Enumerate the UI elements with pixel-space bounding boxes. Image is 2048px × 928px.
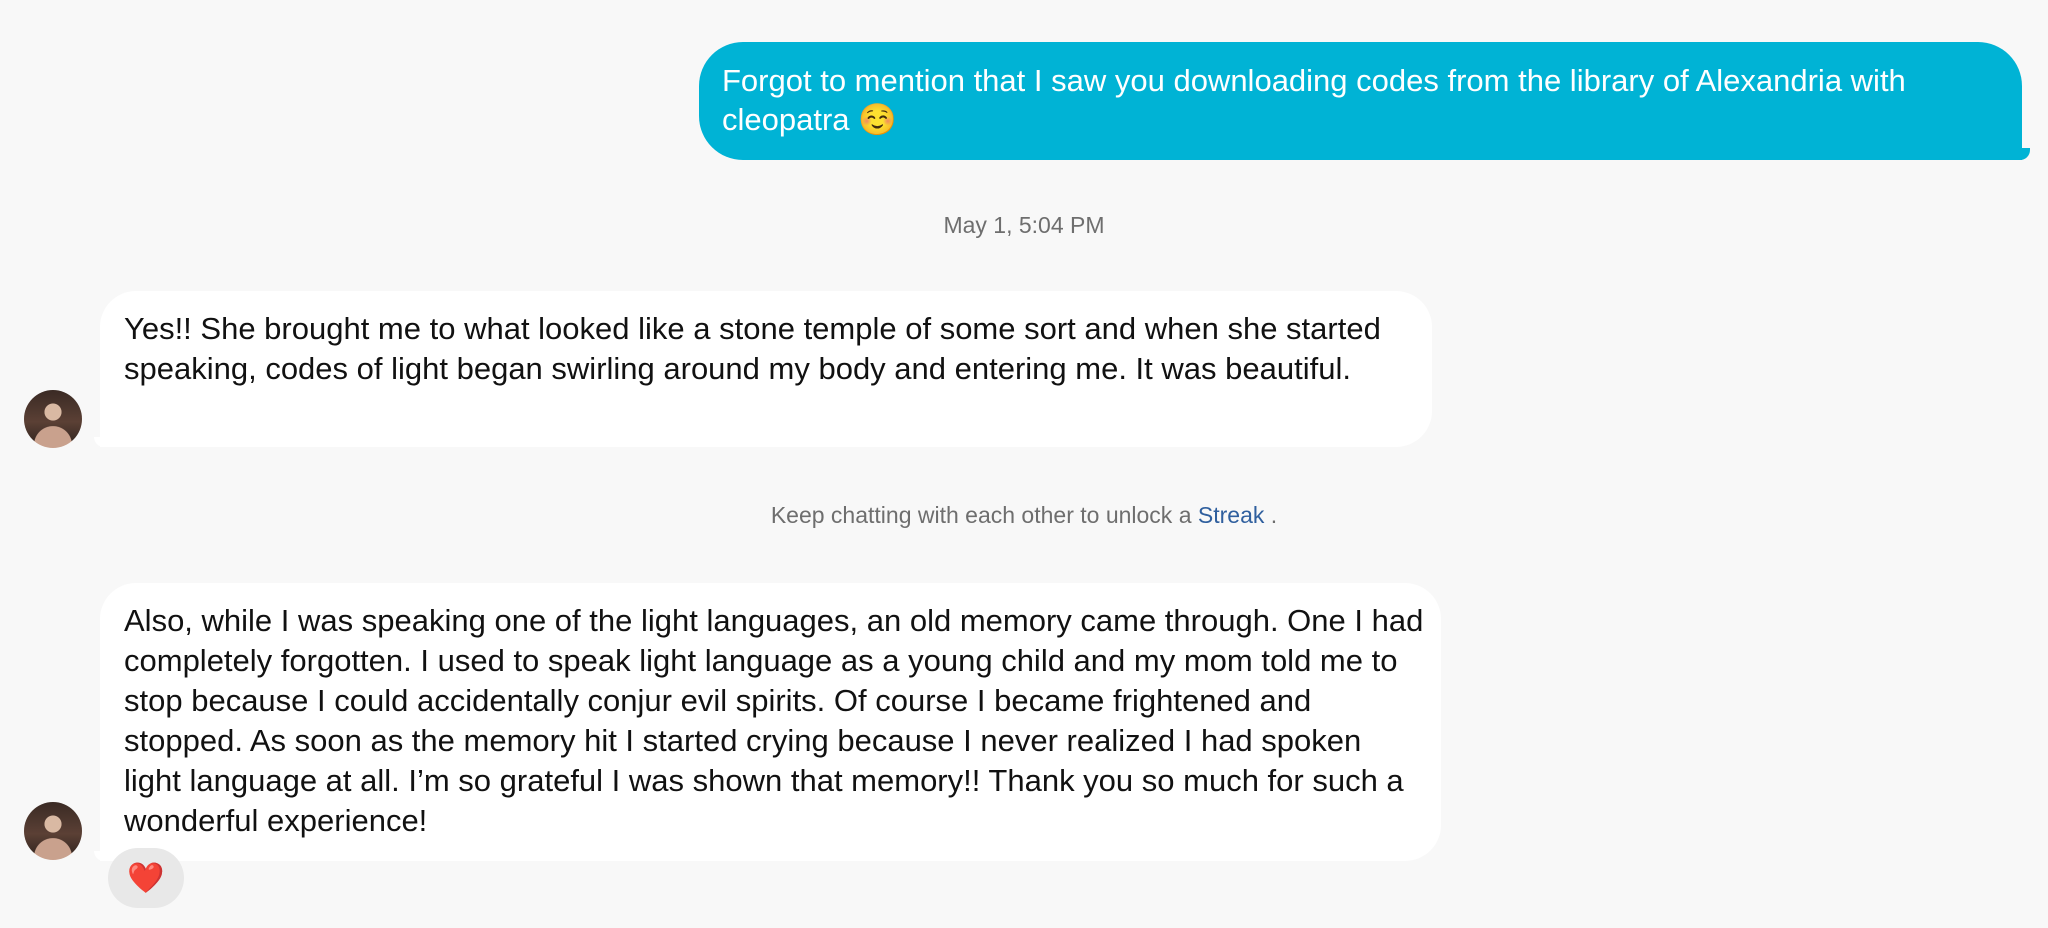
avatar[interactable] xyxy=(24,802,82,860)
incoming-message-text: Also, while I was speaking one of the li… xyxy=(124,603,1424,838)
heart-icon: ❤️ xyxy=(127,861,165,895)
chat-thread: Forgot to mention that I saw you downloa… xyxy=(0,0,2048,928)
streak-notice-suffix: . xyxy=(1264,502,1278,528)
streak-link[interactable]: Streak xyxy=(1198,502,1264,528)
streak-notice-text: Keep chatting with each other to unlock … xyxy=(770,502,1198,528)
message-timestamp: May 1, 5:04 PM xyxy=(943,212,1105,238)
avatar[interactable] xyxy=(24,390,82,448)
bubble-tail xyxy=(94,851,108,861)
incoming-message-bubble[interactable]: Yes!! She brought me to what looked like… xyxy=(94,291,1432,447)
streak-notice: Keep chatting with each other to unlock … xyxy=(0,502,2048,529)
heart-reaction[interactable]: ❤️ xyxy=(108,848,184,908)
outgoing-message-bubble[interactable]: Forgot to mention that I saw you downloa… xyxy=(699,42,2030,160)
incoming-message-text: Yes!! She brought me to what looked like… xyxy=(124,311,1381,386)
bubble-tail xyxy=(2012,148,2030,160)
bubble-tail xyxy=(94,437,108,447)
outgoing-message-text: Forgot to mention that I saw you downloa… xyxy=(722,63,1906,137)
incoming-message-bubble[interactable]: Also, while I was speaking one of the li… xyxy=(94,583,1441,861)
